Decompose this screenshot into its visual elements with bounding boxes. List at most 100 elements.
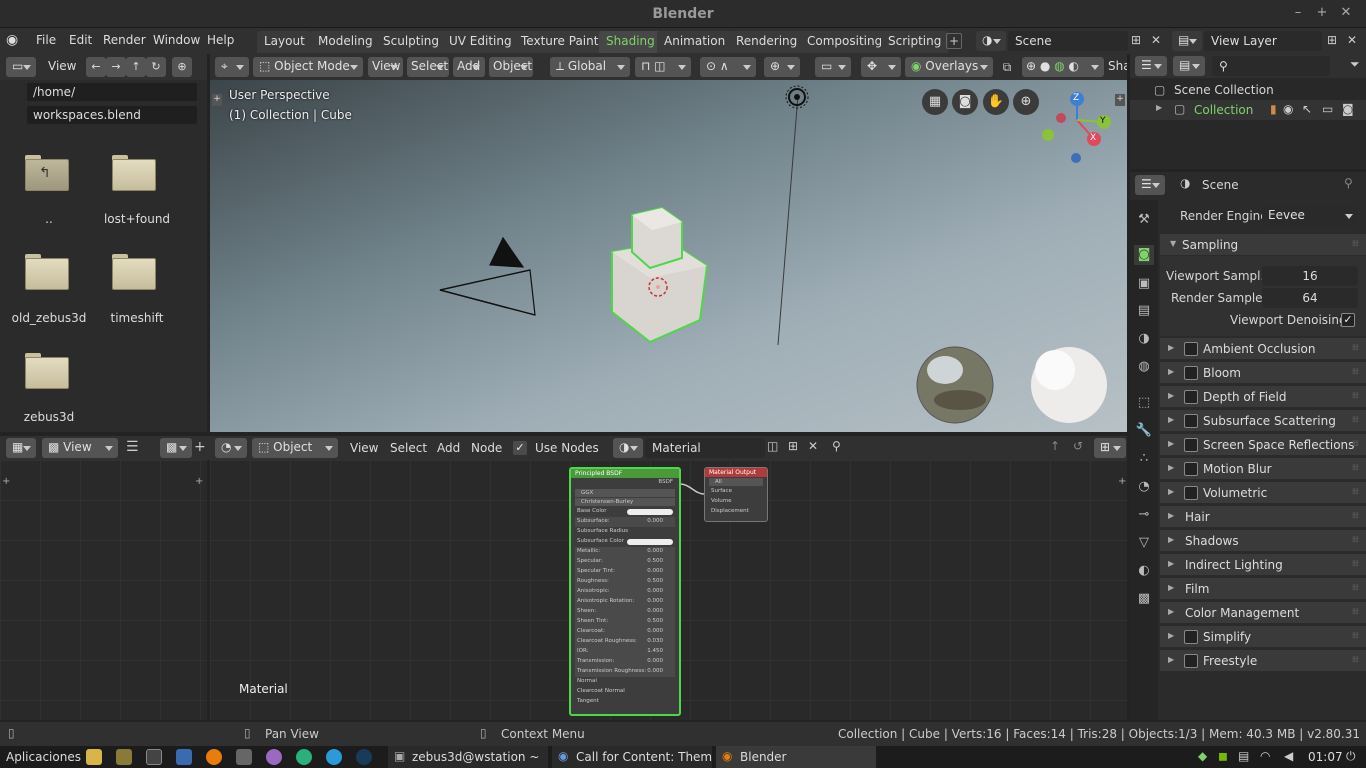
- filter-icon[interactable]: ⏷: [1350, 57, 1360, 72]
- snap-icon[interactable]: ↺: [1073, 439, 1083, 453]
- menu-window[interactable]: Window: [153, 33, 200, 47]
- tab-sculpting[interactable]: Sculpting: [376, 31, 447, 53]
- bsdf-input-row[interactable]: Metallic: 0.000: [575, 547, 675, 557]
- enable-checkbox[interactable]: [1184, 630, 1198, 644]
- bsdf-input-row[interactable]: Subsurface: 0.000: [575, 517, 675, 527]
- editor-type-dropdown[interactable]: ☰: [1135, 56, 1167, 76]
- fake-user-icon[interactable]: ◫: [767, 439, 778, 453]
- bsdf-input-row[interactable]: Subsurface Color: [571, 537, 679, 547]
- file-item[interactable]: timeshift: [87, 311, 187, 325]
- file-item[interactable]: lost+found: [87, 212, 187, 226]
- add-icon[interactable]: +: [194, 439, 206, 455]
- object-type-visibility-dropdown[interactable]: ▭: [815, 57, 851, 77]
- panel-shadows[interactable]: ▶ Shadows ⁞⁞⁞⁞: [1160, 530, 1366, 552]
- pin-icon[interactable]: ⚲: [832, 439, 841, 453]
- bsdf-input-row[interactable]: Sheen Tint: 0.500: [575, 617, 675, 627]
- tab-layout[interactable]: Layout: [257, 31, 312, 53]
- view-dropdown[interactable]: ▩ View: [42, 438, 118, 458]
- data-tab-icon[interactable]: ▽: [1134, 533, 1154, 553]
- particles-tab-icon[interactable]: ∴: [1134, 449, 1154, 469]
- tab-scripting[interactable]: Scripting: [881, 31, 949, 53]
- view-layer-field[interactable]: View Layer: [1204, 31, 1322, 51]
- menu-select[interactable]: Select: [407, 57, 449, 77]
- drag-handle-icon[interactable]: ⁞⁞⁞⁞: [1352, 583, 1359, 592]
- clipboard-icon[interactable]: ▤: [1238, 749, 1249, 763]
- camera-view-icon[interactable]: ◙: [952, 89, 978, 115]
- enable-checkbox[interactable]: [1184, 414, 1198, 428]
- pivot-snap-dropdown[interactable]: ⊓ ◫: [635, 57, 691, 77]
- menu-file[interactable]: File: [36, 33, 56, 47]
- enable-checkbox[interactable]: [1184, 342, 1198, 356]
- file-item[interactable]: ..: [0, 212, 99, 226]
- drag-handle-icon[interactable]: ⁞⁞⁞⁞: [1352, 463, 1359, 472]
- world-tab-icon[interactable]: ◍: [1134, 357, 1154, 377]
- menu-edit[interactable]: Edit: [69, 33, 92, 47]
- file-item[interactable]: zebus3d: [0, 410, 99, 424]
- outliner-search-input[interactable]: ⚲: [1212, 56, 1330, 76]
- panel-ambient-occlusion[interactable]: ▶ Ambient Occlusion ⁞⁞⁞⁞: [1160, 338, 1366, 360]
- filename-field[interactable]: workspaces.blend: [26, 105, 198, 125]
- drag-handle-icon[interactable]: ⁞⁞⁞⁞: [1352, 487, 1359, 496]
- tab-compositing[interactable]: Compositing: [800, 31, 890, 53]
- output-tab-icon[interactable]: ▣: [1134, 274, 1154, 294]
- bsdf-input-row[interactable]: Base Color: [571, 507, 679, 517]
- principled-bsdf-node[interactable]: Principled BSDF BSDF GGX Christensen-Bur…: [569, 467, 681, 716]
- use-nodes-checkbox[interactable]: ✓: [513, 441, 527, 455]
- tab-animation[interactable]: Animation: [657, 31, 733, 53]
- folder-icon[interactable]: [25, 353, 69, 389]
- drag-handle-icon[interactable]: ⁞⁞⁞⁞: [1352, 343, 1359, 352]
- new-material-icon[interactable]: ⊞: [788, 439, 798, 453]
- tab-shading[interactable]: Shading: [599, 31, 662, 53]
- blender-launcher-icon[interactable]: [206, 749, 222, 765]
- panel-volumetric[interactable]: ▶ Volumetric ⁞⁞⁞⁞: [1160, 482, 1366, 504]
- minimize-button[interactable]: –: [1290, 5, 1306, 21]
- bsdf-input-row[interactable]: Transmission: 0.000: [575, 657, 675, 667]
- menu-object[interactable]: Object: [489, 57, 533, 77]
- delete-view-layer-icon[interactable]: ✕: [1344, 33, 1360, 49]
- panel-subsurface-scattering[interactable]: ▶ Subsurface Scattering ⁞⁞⁞⁞: [1160, 410, 1366, 432]
- refresh-icon[interactable]: ↻: [146, 57, 166, 77]
- drag-handle-icon[interactable]: ⁞⁞⁞⁞: [1352, 559, 1359, 568]
- enable-checkbox[interactable]: [1184, 654, 1198, 668]
- view-layer-browse-dropdown[interactable]: ▤: [1172, 31, 1202, 51]
- tab-texture-paint[interactable]: Texture Paint: [514, 31, 606, 53]
- render-tab-icon[interactable]: ◙: [1134, 245, 1154, 265]
- panel-freestyle[interactable]: ▶ Freestyle ⁞⁞⁞⁞: [1160, 650, 1366, 672]
- bsdf-input-row[interactable]: Clearcoat Roughness: 0.030: [575, 637, 675, 647]
- panel-film[interactable]: ▶ Film ⁞⁞⁞⁞: [1160, 578, 1366, 600]
- app-icon[interactable]: [266, 749, 282, 765]
- mode-dropdown[interactable]: ⬚ Object Mode: [253, 57, 363, 77]
- shading-dropdown[interactable]: Sha: [1108, 59, 1127, 73]
- bsdf-input-row[interactable]: Transmission Roughness: 0.000: [575, 667, 675, 677]
- material-browse-dropdown[interactable]: ◑: [613, 438, 643, 458]
- nvidia-icon[interactable]: ◼: [1218, 749, 1228, 763]
- editor-type-dropdown[interactable]: ▦: [6, 438, 36, 458]
- pin-icon[interactable]: ⚲: [1344, 176, 1353, 190]
- bsdf-input-row[interactable]: Tangent: [571, 697, 679, 707]
- shield-icon[interactable]: ◆: [1198, 749, 1207, 763]
- new-folder-icon[interactable]: ⊕: [172, 57, 192, 77]
- expand-arrow-icon[interactable]: ▶: [1156, 103, 1162, 112]
- steam-icon[interactable]: [356, 749, 372, 765]
- menu-add[interactable]: Add: [453, 57, 485, 77]
- menu-view[interactable]: View: [48, 59, 76, 73]
- taskbar-window-browser[interactable]: ◉ Call for Content: Themes...: [552, 746, 712, 768]
- power-icon[interactable]: ⏻: [1346, 749, 1356, 764]
- folder-icon[interactable]: [112, 254, 156, 290]
- panel-sampling[interactable]: ▼ Sampling ⁞⁞⁞⁞: [1160, 234, 1366, 256]
- new-view-layer-icon[interactable]: ⊞: [1324, 33, 1340, 49]
- drag-handle-icon[interactable]: ⁞⁞⁞⁞: [1352, 415, 1359, 424]
- grid-toggle-icon[interactable]: ▦: [922, 89, 948, 115]
- render-samples-field[interactable]: 64: [1262, 288, 1358, 308]
- hamburger-menu-icon[interactable]: ☰: [126, 439, 139, 455]
- distribution-dropdown[interactable]: GGX: [575, 489, 675, 497]
- drag-handle-icon[interactable]: ⁞⁞⁞⁞: [1352, 607, 1359, 616]
- app-icon[interactable]: [116, 749, 132, 765]
- monitor-icon[interactable]: ▭: [1322, 102, 1333, 116]
- overlays-dropdown[interactable]: ◉ Overlays: [905, 57, 993, 77]
- shading-modes[interactable]: ⊕ ● ◍ ◐: [1022, 57, 1104, 77]
- delete-scene-icon[interactable]: ✕: [1148, 33, 1164, 49]
- tool-tab-icon[interactable]: ⚒: [1134, 210, 1154, 230]
- scene-name-field[interactable]: Scene: [1008, 31, 1128, 51]
- directory-path-field[interactable]: /home/: [26, 82, 198, 102]
